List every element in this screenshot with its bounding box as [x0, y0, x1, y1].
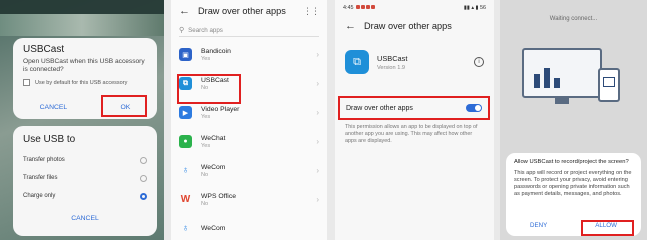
default-checkbox[interactable] [23, 79, 30, 87]
chevron-right-icon: › [316, 195, 319, 204]
usb-cancel-button[interactable]: CANCEL [23, 215, 147, 222]
app-version: Version 1.9 [377, 64, 405, 71]
status-bar [0, 0, 164, 14]
permission-label: Draw over other apps [346, 104, 413, 112]
permission-description: This permission allows an app to be disp… [345, 124, 478, 145]
usb-dialog-title: Use USB to [23, 134, 76, 145]
usb-option-transfer-files[interactable]: Transfer files [23, 169, 147, 187]
search-placeholder: Search apps [188, 26, 223, 34]
default-checkbox-label: Use by default for this USB accessory [35, 79, 128, 86]
app-row-wecom-2[interactable]: ♁ WeCom [171, 214, 327, 240]
dialog-message: This app will record or project everythi… [514, 170, 632, 197]
chevron-right-icon: › [316, 166, 319, 175]
wecom-icon: ♁ [181, 165, 190, 176]
monitor-illustration [522, 48, 602, 98]
cancel-button[interactable]: CANCEL [30, 100, 78, 115]
chevron-right-icon: › [316, 137, 319, 146]
clock: 4:45 [343, 4, 354, 11]
radio-icon[interactable] [140, 156, 147, 164]
notification-icons [355, 4, 375, 11]
use-usb-dialog: Use USB to Transfer photos Transfer file… [13, 126, 157, 236]
back-arrow-icon[interactable]: ← [179, 5, 190, 17]
usb-option-charge-only[interactable]: Charge only [23, 187, 147, 205]
allow-button[interactable]: ALLOW [585, 219, 627, 232]
usb-dialog-screen: USBCast Open USBCast when this USB acces… [0, 0, 164, 240]
bandicoin-icon: ▣ [179, 48, 192, 61]
monitor-stand [555, 98, 569, 104]
battery-status: ▮▮ ▴ ▮ 56 [463, 4, 486, 11]
usbcast-icon: ⧉ [345, 50, 369, 74]
wechat-icon: ● [179, 135, 192, 148]
back-arrow-icon[interactable]: ← [345, 20, 356, 32]
radio-selected-icon[interactable] [140, 192, 147, 200]
app-row-bandicoin[interactable]: ▣ Bandicoin Yes › [171, 40, 327, 69]
app-row-wechat[interactable]: ● WeChat Yes › [171, 127, 327, 156]
open-usbcast-dialog: USBCast Open USBCast when this USB acces… [13, 38, 157, 119]
page-title: Draw over other apps [364, 21, 452, 31]
app-row-wps-office[interactable]: W WPS Office No › [171, 185, 327, 214]
radio-icon[interactable] [140, 174, 147, 182]
app-info-card: ⧉ USBCast Version 1.9 i [335, 47, 494, 77]
page-title: Draw over other apps [198, 6, 286, 16]
dialog-title: USBCast [23, 44, 65, 55]
ok-button[interactable]: OK [111, 100, 141, 115]
permission-row[interactable]: Draw over other apps [338, 97, 490, 119]
dialog-message: Open USBCast when this USB accessory is … [23, 58, 145, 74]
phone-illustration [598, 68, 620, 102]
permission-toggle[interactable] [466, 104, 482, 112]
chevron-right-icon: › [316, 79, 319, 88]
app-list: ▣ Bandicoin Yes › ⧉ USBCast No › ▶ Video… [171, 40, 327, 240]
search-input[interactable]: ⚲ Search apps [179, 24, 319, 37]
app-row-wecom[interactable]: ♁ WeCom No › [171, 156, 327, 185]
default-checkbox-row[interactable]: Use by default for this USB accessory [23, 79, 147, 87]
usbcast-icon: ⧉ [179, 77, 192, 90]
dialog-title: Allow USBCast to record/project the scre… [514, 159, 629, 165]
app-permission-screen: 4:45 ▮▮ ▴ ▮ 56 ← Draw over other apps ⧉ … [335, 0, 494, 240]
deny-button[interactable]: DENY [520, 219, 557, 232]
record-permission-screen: Waiting connect... Allow USBCast to reco… [500, 0, 647, 240]
draw-over-list-screen: ← Draw over other apps ⋮⋮ ⚲ Search apps … [171, 0, 327, 240]
chevron-right-icon: › [316, 50, 319, 59]
wallpaper-image [0, 14, 164, 36]
info-icon[interactable]: i [474, 57, 484, 67]
status-bar: 4:45 ▮▮ ▴ ▮ 56 [335, 0, 494, 15]
more-options-icon[interactable]: ⋮⋮ [303, 6, 320, 17]
app-name: USBCast [377, 53, 408, 63]
wps-office-icon: W [180, 194, 191, 205]
wecom-icon: ♁ [181, 223, 190, 234]
chevron-right-icon: › [316, 108, 319, 117]
app-row-usbcast[interactable]: ⧉ USBCast No › [171, 69, 327, 98]
search-icon: ⚲ [179, 27, 185, 34]
usb-option-transfer-photos[interactable]: Transfer photos [23, 151, 147, 169]
app-row-video-player[interactable]: ▶ Video Player Yes › [171, 98, 327, 127]
video-player-icon: ▶ [179, 106, 192, 119]
waiting-text: Waiting connect... [549, 16, 598, 22]
record-permission-dialog: Allow USBCast to record/project the scre… [506, 153, 641, 236]
